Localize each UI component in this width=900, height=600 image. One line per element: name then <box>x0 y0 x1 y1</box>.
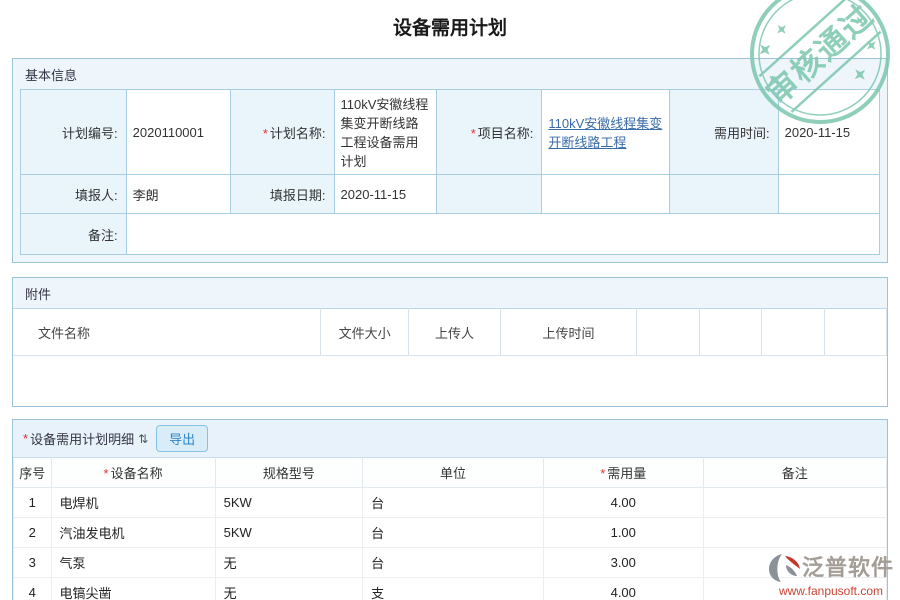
table-row: 计划编号: 2020110001 *计划名称: 110kV安徽线程集变开断线路工… <box>21 90 880 175</box>
attachments-empty-body <box>13 356 887 406</box>
required-icon: * <box>600 466 605 481</box>
empty-value-cell <box>542 175 670 214</box>
need-time-label: 需用时间: <box>670 90 778 175</box>
required-icon: * <box>263 126 268 141</box>
project-name-label: *项目名称: <box>436 90 542 175</box>
detail-table-body: 1电焊机5KW台4.002汽油发电机5KW台1.003气泵无台3.004电镐尖凿… <box>14 488 887 600</box>
detail-cell: 1 <box>14 488 52 518</box>
plan-name-label: *计划名称: <box>230 90 334 175</box>
detail-col-header: 序号 <box>14 458 52 488</box>
attachments-header-row: 文件名称文件大小上传人上传时间 <box>13 309 887 356</box>
required-icon: * <box>471 126 476 141</box>
vendor-logo-icon <box>768 553 802 583</box>
page-title: 设备需用计划 <box>0 0 900 58</box>
detail-col-header: *需用量 <box>543 458 703 488</box>
page: 设备需用计划 审核通过 基本信息 <box>0 0 900 600</box>
attachments-section-title: 附件 <box>13 278 887 308</box>
detail-cell: 汽油发电机 <box>51 518 215 548</box>
filler-label: 填报人: <box>21 175 127 214</box>
required-icon: * <box>23 431 28 446</box>
table-row: 2汽油发电机5KW台1.00 <box>14 518 887 548</box>
detail-cell: 1.00 <box>543 518 703 548</box>
detail-cell: 4.00 <box>543 578 703 600</box>
remark-value <box>126 214 879 255</box>
vendor-brand-text: 泛普软件 <box>802 557 894 579</box>
detail-cell: 5KW <box>215 488 363 518</box>
export-button[interactable]: 导出 <box>156 425 208 452</box>
basic-info-table: 计划编号: 2020110001 *计划名称: 110kV安徽线程集变开断线路工… <box>20 89 880 255</box>
remark-label: 备注: <box>21 214 127 255</box>
attachment-col-header <box>762 309 825 356</box>
detail-col-header: 单位 <box>363 458 544 488</box>
detail-cell: 3.00 <box>543 548 703 578</box>
empty-label-cell <box>436 175 542 214</box>
detail-header-bar: * 设备需用计划明细 ⇅ 导出 <box>13 420 887 457</box>
detail-cell: 台 <box>363 548 544 578</box>
detail-cell: 无 <box>215 548 363 578</box>
detail-cell: 台 <box>363 488 544 518</box>
attachment-col-header <box>824 309 886 356</box>
detail-section-title: 设备需用计划明细 <box>30 429 134 448</box>
detail-cell: 5KW <box>215 518 363 548</box>
detail-cell: 4.00 <box>543 488 703 518</box>
table-row: 4电镐尖凿无支4.00 <box>14 578 887 600</box>
plan-name-value: 110kV安徽线程集变开断线路工程设备需用计划 <box>334 90 436 175</box>
attachment-col-header <box>637 309 700 356</box>
attachment-col-header: 文件名称 <box>13 309 320 356</box>
sort-icon[interactable]: ⇅ <box>138 432 148 446</box>
detail-cell: 电镐尖凿 <box>51 578 215 600</box>
vendor-watermark: 泛普软件 www.fanpusoft.com <box>768 553 894 598</box>
plan-no-label: 计划编号: <box>21 90 127 175</box>
empty-value-cell <box>778 175 879 214</box>
project-link[interactable]: 110kV安徽线程集变开断线路工程 <box>548 116 662 150</box>
vendor-url: www.fanpusoft.com <box>768 584 894 598</box>
need-time-value: 2020-11-15 <box>778 90 879 175</box>
detail-cell: 台 <box>363 518 544 548</box>
detail-col-header: *设备名称 <box>51 458 215 488</box>
attachment-col-header: 上传时间 <box>500 309 636 356</box>
required-icon: * <box>104 466 109 481</box>
detail-cell: 3 <box>14 548 52 578</box>
attachments-panel: 附件 文件名称文件大小上传人上传时间 <box>12 277 888 407</box>
detail-cell: 无 <box>215 578 363 600</box>
empty-label-cell <box>670 175 778 214</box>
table-row: 填报人: 李朗 填报日期: 2020-11-15 <box>21 175 880 214</box>
table-row: 3气泵无台3.00 <box>14 548 887 578</box>
attachment-col-header <box>700 309 762 356</box>
fill-date-label: 填报日期: <box>230 175 334 214</box>
detail-cell <box>703 488 886 518</box>
detail-table: 序号*设备名称规格型号单位*需用量备注 1电焊机5KW台4.002汽油发电机5K… <box>13 457 887 600</box>
table-row: 1电焊机5KW台4.00 <box>14 488 887 518</box>
detail-cell: 电焊机 <box>51 488 215 518</box>
detail-header-row: 序号*设备名称规格型号单位*需用量备注 <box>14 458 887 488</box>
basic-info-section-title: 基本信息 <box>13 59 887 89</box>
attachment-col-header: 上传人 <box>409 309 501 356</box>
plan-no-value: 2020110001 <box>126 90 230 175</box>
filler-value: 李朗 <box>126 175 230 214</box>
detail-col-header: 备注 <box>703 458 886 488</box>
project-name-value: 110kV安徽线程集变开断线路工程 <box>542 90 670 175</box>
fill-date-value: 2020-11-15 <box>334 175 436 214</box>
attachments-table: 文件名称文件大小上传人上传时间 <box>13 308 887 356</box>
detail-panel: * 设备需用计划明细 ⇅ 导出 序号*设备名称规格型号单位*需用量备注 1电焊机… <box>12 419 888 600</box>
detail-cell: 4 <box>14 578 52 600</box>
detail-cell: 2 <box>14 518 52 548</box>
basic-info-panel: 基本信息 计划编号: 2020110001 *计划名称: 110kV安徽线程集变… <box>12 58 888 263</box>
detail-cell: 气泵 <box>51 548 215 578</box>
attachment-col-header: 文件大小 <box>320 309 408 356</box>
detail-cell: 支 <box>363 578 544 600</box>
table-row: 备注: <box>21 214 880 255</box>
detail-col-header: 规格型号 <box>215 458 363 488</box>
detail-cell <box>703 518 886 548</box>
